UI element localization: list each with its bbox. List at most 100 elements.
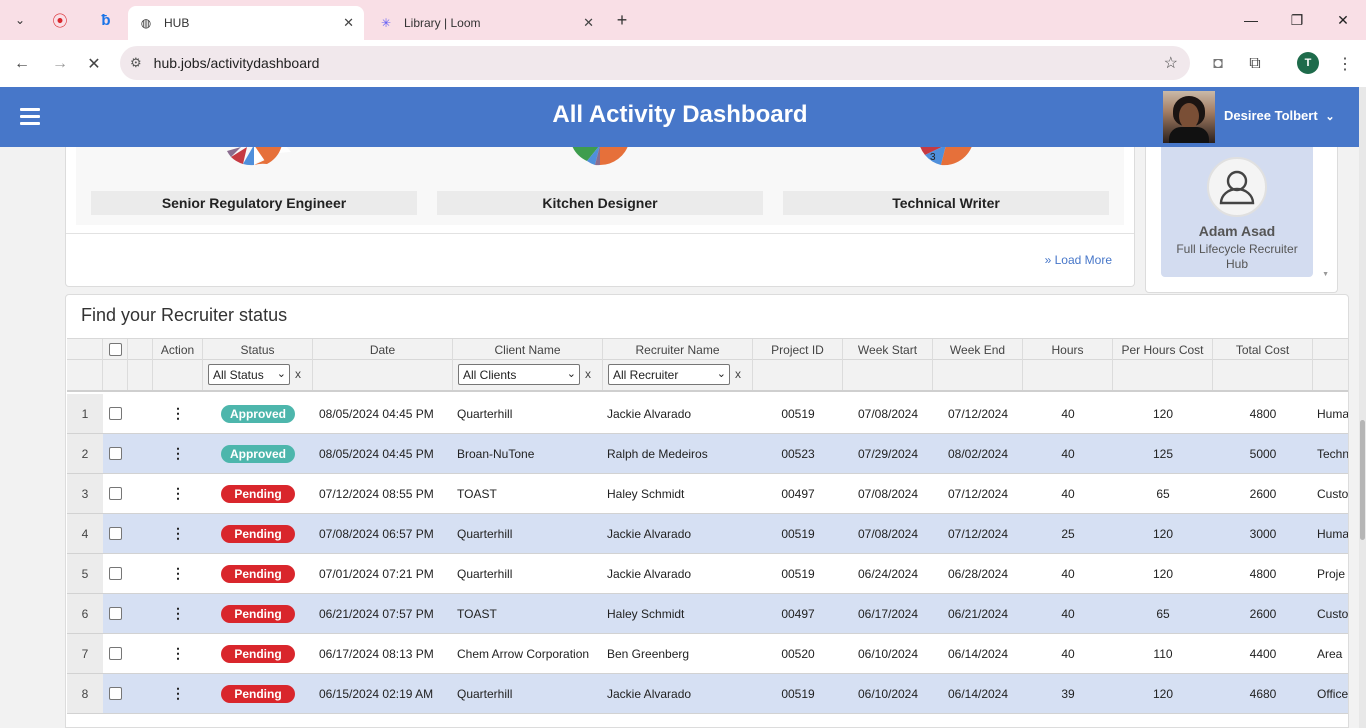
table-row[interactable]: 2 ⋮ Approved 08/05/2024 04:45 PM Broan-NuTon… <box>67 434 1348 474</box>
row-actions-icon[interactable]: ⋮ <box>171 605 185 622</box>
tab-search-icon[interactable]: ⌄ <box>10 10 30 30</box>
site-info-icon[interactable]: ⚙ <box>130 55 142 71</box>
recruiter-card[interactable]: Adam Asad Full Lifecycle Recruiter Hub <box>1161 147 1313 277</box>
header-project-id[interactable]: Project ID <box>753 339 843 360</box>
header-week-start[interactable]: Week Start <box>843 339 933 360</box>
header-total-cost[interactable]: Total Cost <box>1213 339 1313 360</box>
table-row[interactable]: 1 ⋮ Approved 08/05/2024 04:45 PM Quarterhill… <box>67 394 1348 434</box>
close-tab-icon[interactable]: ✕ <box>583 15 594 31</box>
header-week-end[interactable]: Week End <box>933 339 1023 360</box>
clear-recruiter-filter[interactable]: x <box>735 367 741 381</box>
browser-menu-icon[interactable]: ⋮ <box>1333 52 1357 76</box>
header-recruiter-name[interactable]: Recruiter Name <box>603 339 753 360</box>
recruiter-filter-select[interactable]: All Recruiter ⌄ <box>608 364 730 385</box>
header-action[interactable]: Action <box>153 339 203 360</box>
close-tab-icon[interactable]: ✕ <box>343 15 354 31</box>
header-status[interactable]: Status <box>203 339 313 360</box>
row-checkbox[interactable] <box>109 447 122 460</box>
extension-logo-icon[interactable]: ƀ <box>96 10 116 30</box>
cell-week-start: 07/29/2024 <box>857 446 919 461</box>
row-checkbox[interactable] <box>109 687 122 700</box>
table-row[interactable]: 3 ⋮ Pending 07/12/2024 08:55 PM TOAST Haley S… <box>67 474 1348 514</box>
cell-recruiter-name: Haley Schmidt <box>607 606 685 621</box>
back-icon[interactable]: ← <box>10 52 34 76</box>
cell-status: Approved <box>203 434 313 473</box>
close-window-icon[interactable]: ✕ <box>1330 8 1356 32</box>
extensions-icon[interactable]: ⧉ <box>1243 52 1267 76</box>
camera-icon[interactable]: ◘ <box>1206 52 1230 76</box>
job-cards-panel: Senior Regulatory Engineer Kitchen Desig… <box>65 147 1135 287</box>
row-number: 6 <box>67 594 103 633</box>
user-avatar[interactable] <box>1163 91 1215 143</box>
load-more-link[interactable]: » Load More <box>1045 253 1112 267</box>
table-row[interactable]: 4 ⋮ Pending 07/08/2024 06:57 PM Quarterhill J… <box>67 514 1349 554</box>
row-checkbox[interactable] <box>109 487 122 500</box>
row-actions-icon[interactable]: ⋮ <box>171 485 185 502</box>
url-text[interactable]: hub.jobs/activitydashboard <box>154 55 1164 71</box>
cell-week-start: 07/08/2024 <box>857 406 919 421</box>
row-actions-icon[interactable]: ⋮ <box>171 525 185 542</box>
scroll-down-icon[interactable]: ▼ <box>1322 271 1329 278</box>
url-omnibox[interactable]: ⚙ hub.jobs/activitydashboard ☆ <box>120 46 1190 80</box>
tab-loom[interactable]: ✳ Library | Loom ✕ <box>368 6 604 40</box>
bookmark-star-icon[interactable]: ☆ <box>1164 53 1178 73</box>
forward-icon[interactable]: → <box>48 52 72 76</box>
user-menu[interactable]: Desiree Tolbert ⌄ <box>1224 108 1335 123</box>
table-row[interactable]: 6 ⋮ Pending 06/21/2024 07:57 PM TOAST Haley S… <box>67 594 1348 634</box>
select-all-checkbox[interactable] <box>108 343 122 356</box>
header-per-hours-cost[interactable]: Per Hours Cost <box>1113 339 1213 360</box>
page-scrollbar-thumb[interactable] <box>1360 420 1365 540</box>
clear-status-filter[interactable]: x <box>295 367 301 381</box>
page-scrollbar[interactable] <box>1359 87 1366 728</box>
table-row[interactable]: 7 ⋮ Pending 06/17/2024 08:13 PM Chem Arrow C… <box>67 634 1348 674</box>
cell-recruiter-name: Jackie Alvarado <box>607 406 692 421</box>
cell-extra: Area <box>1317 646 1343 661</box>
new-tab-icon[interactable]: + <box>612 10 632 30</box>
row-actions-icon[interactable]: ⋮ <box>171 645 185 662</box>
cell-extra: Huma <box>1317 526 1349 541</box>
row-checkbox[interactable] <box>109 407 122 420</box>
cell-extra: Office <box>1317 686 1349 701</box>
cell-week-end: 06/14/2024 <box>947 686 1009 701</box>
row-checkbox[interactable] <box>109 567 122 580</box>
cell-hours: 40 <box>1061 606 1075 621</box>
cell-total-cost: 3000 <box>1249 526 1277 541</box>
table-row[interactable]: 8 ⋮ Pending 06/15/2024 02:19 AM Quarterhill J… <box>67 674 1349 714</box>
record-icon[interactable]: ⦿ <box>50 10 70 30</box>
clear-client-filter[interactable]: x <box>585 367 591 381</box>
cell-action: ⋮ <box>153 554 203 593</box>
row-number: 8 <box>67 674 103 713</box>
row-actions-icon[interactable]: ⋮ <box>171 445 185 462</box>
table-header-row: Action Status Date Client Name Recruiter… <box>67 338 1348 360</box>
row-number: 4 <box>67 514 103 553</box>
hamburger-menu-icon[interactable] <box>20 108 40 126</box>
app-header: All Activity Dashboard Desiree Tolbert ⌄ <box>0 87 1359 147</box>
row-actions-icon[interactable]: ⋮ <box>171 405 185 422</box>
cell-project-id: 00520 <box>781 646 815 661</box>
row-checkbox[interactable] <box>109 607 122 620</box>
minimize-icon[interactable]: — <box>1238 8 1264 32</box>
status-filter-select[interactable]: All Status ⌄ <box>208 364 290 385</box>
row-checkbox[interactable] <box>109 647 122 660</box>
status-badge: Pending <box>221 604 295 623</box>
row-checkbox[interactable] <box>109 527 122 540</box>
header-date[interactable]: Date <box>313 339 453 360</box>
stop-loading-icon[interactable]: ✕ <box>82 52 106 76</box>
restore-icon[interactable]: ❐ <box>1284 8 1310 32</box>
tab-hub[interactable]: ◍ HUB ✕ <box>128 6 364 40</box>
job-card[interactable]: Senior Regulatory Engineer <box>91 147 417 217</box>
table-row[interactable]: 5 ⋮ Pending 07/01/2024 07:21 PM Quarterhill J… <box>67 554 1348 594</box>
job-card[interactable]: 3 Technical Writer <box>783 147 1109 217</box>
row-actions-icon[interactable]: ⋮ <box>171 565 185 582</box>
client-filter-select[interactable]: All Clients ⌄ <box>458 364 580 385</box>
cell-hours: 25 <box>1061 526 1075 541</box>
cell-hours: 40 <box>1061 486 1075 501</box>
job-card[interactable]: Kitchen Designer <box>437 147 763 217</box>
cell-client-name: Broan-NuTone <box>457 446 535 461</box>
cell-client-name: Quarterhill <box>457 526 513 541</box>
row-actions-icon[interactable]: ⋮ <box>171 685 185 702</box>
header-hours[interactable]: Hours <box>1023 339 1113 360</box>
browser-profile-avatar[interactable]: T <box>1297 52 1319 74</box>
double-chevron-down-icon: » <box>1044 253 1052 267</box>
header-client-name[interactable]: Client Name <box>453 339 603 360</box>
